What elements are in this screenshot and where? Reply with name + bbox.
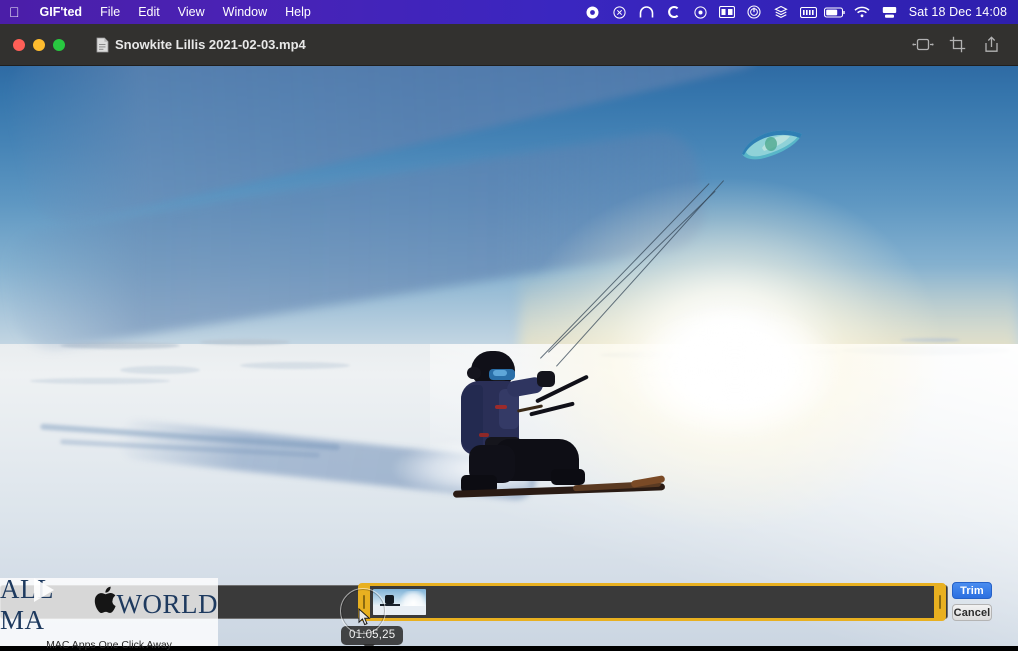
cancel-button[interactable]: Cancel <box>952 604 992 621</box>
record-dot-icon[interactable] <box>579 0 606 24</box>
watermark-tagline: MAC Apps One Click Away <box>46 638 172 651</box>
zoom-button[interactable] <box>53 38 65 51</box>
circled-power-icon[interactable] <box>741 0 768 24</box>
mouse-cursor-icon <box>358 608 371 626</box>
traffic-lights <box>13 38 65 51</box>
keyboard-icon[interactable] <box>795 0 822 24</box>
watermark-logo-row: ALL MA WORLD <box>0 574 218 636</box>
rider-jacket-accent <box>479 433 489 437</box>
letter-c-icon[interactable] <box>660 0 687 24</box>
window-title: Snowkite Lillis 2021-02-03.mp4 <box>96 37 306 53</box>
apple-logo-icon <box>94 585 120 620</box>
kite-control-bar-lower <box>529 401 575 417</box>
share-icon[interactable] <box>974 31 1008 59</box>
kite-icon <box>742 130 802 160</box>
crop-icon[interactable] <box>940 31 974 59</box>
document-icon <box>96 37 109 52</box>
menu-item-edit[interactable]: Edit <box>129 0 169 24</box>
menu-bar-clock[interactable]: Sat 18 Dec 14:08 <box>903 5 1018 19</box>
resize-icon[interactable] <box>906 31 940 59</box>
rider-goggles-lens <box>493 370 507 376</box>
layers-stack-icon[interactable] <box>768 0 795 24</box>
circled-x-icon[interactable] <box>606 0 633 24</box>
arc-icon[interactable] <box>633 0 660 24</box>
watermark: ALL MA WORLD MAC Apps One Click Away <box>0 574 218 651</box>
menu-item-file[interactable]: File <box>91 0 129 24</box>
trim-button[interactable]: Trim <box>952 582 992 599</box>
snow-texture <box>30 378 170 384</box>
minimize-button[interactable] <box>33 38 45 51</box>
thumbnail-rider <box>385 595 394 604</box>
rider-jacket-accent <box>495 405 507 409</box>
menu-bar:  GIF'ted File Edit View Window Help <box>0 0 1018 24</box>
rider-helmet-back <box>467 367 481 379</box>
snowkiter-rider <box>452 341 670 498</box>
horizon-bump <box>200 339 290 345</box>
window-titlebar: Snowkite Lillis 2021-02-03.mp4 <box>0 24 1018 66</box>
trim-handle-grip <box>939 595 941 609</box>
video-canvas[interactable]: 01:05,25 <box>0 66 1018 646</box>
rider-jacket-shade <box>461 385 483 451</box>
window-title-text: Snowkite Lillis 2021-02-03.mp4 <box>115 37 306 52</box>
menu-item-view[interactable]: View <box>169 0 214 24</box>
trim-handle-right[interactable] <box>934 586 946 618</box>
status-icon-group <box>579 0 903 24</box>
rider-boot-front <box>551 469 585 485</box>
watermark-text-right: WORLD <box>116 589 218 619</box>
battery-icon[interactable] <box>822 0 849 24</box>
snow-texture <box>120 366 200 374</box>
split-view-icon[interactable] <box>714 0 741 24</box>
trim-actions: Trim Cancel <box>952 582 1010 626</box>
wifi-icon[interactable] <box>849 0 876 24</box>
trim-selection-range[interactable] <box>358 583 946 621</box>
menu-item-help[interactable]: Help <box>276 0 320 24</box>
displays-icon[interactable] <box>876 0 903 24</box>
play-triangle-icon <box>34 577 54 602</box>
menu-item-window[interactable]: Window <box>214 0 276 24</box>
snow-texture <box>240 362 350 369</box>
close-button[interactable] <box>13 38 25 51</box>
rider-glove <box>537 371 555 387</box>
apple-logo-icon[interactable]:  <box>9 5 20 19</box>
circle-dot-icon[interactable] <box>687 0 714 24</box>
menu-item-app[interactable]: GIF'ted <box>31 0 92 24</box>
